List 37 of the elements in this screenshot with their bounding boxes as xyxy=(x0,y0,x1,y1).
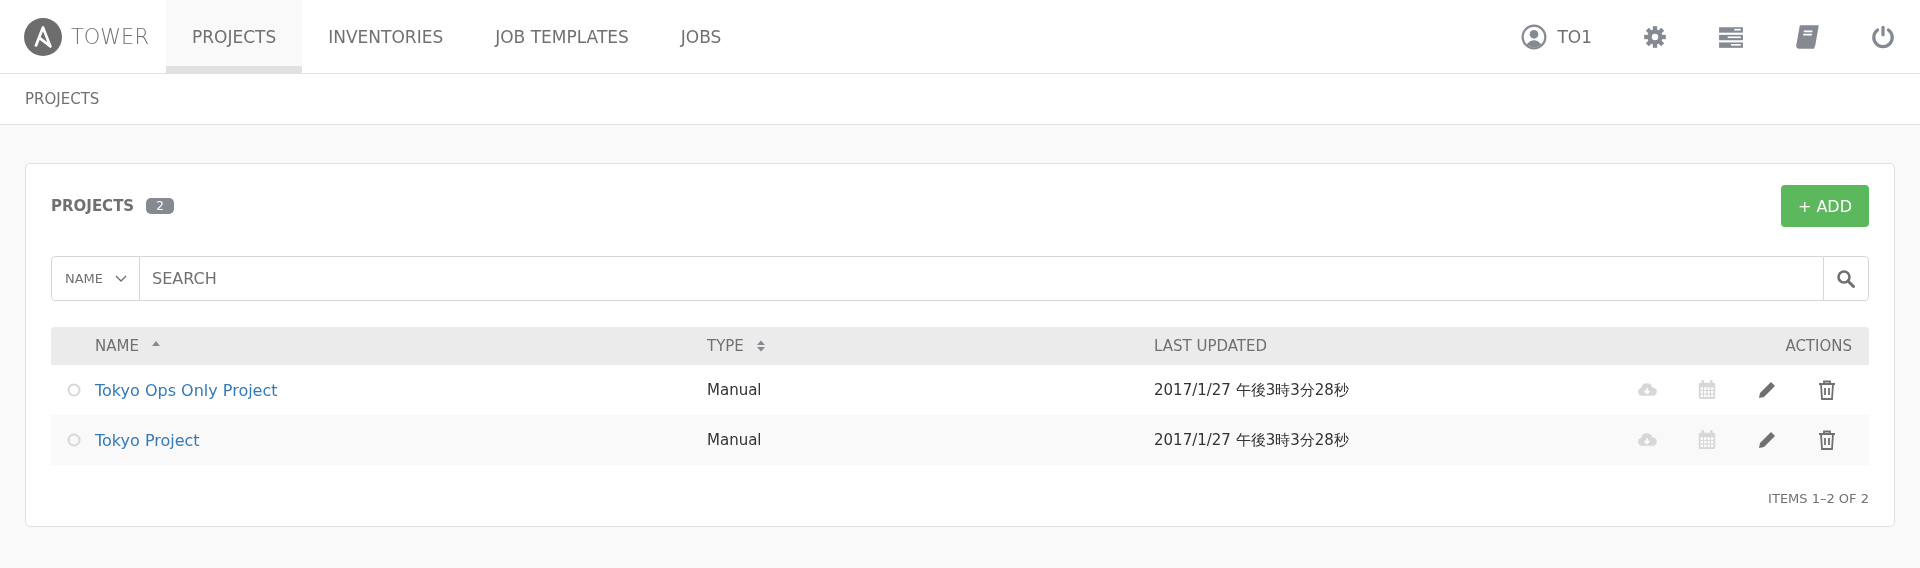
project-link[interactable]: Tokyo Project xyxy=(95,430,200,450)
book-icon[interactable] xyxy=(1794,23,1820,50)
search-button[interactable] xyxy=(1823,256,1869,301)
logo-icon xyxy=(24,17,62,56)
count-badge: 2 xyxy=(146,198,174,214)
project-link[interactable]: Tokyo Ops Only Project xyxy=(95,380,278,400)
chevron-icon xyxy=(115,274,128,283)
column-header: ACTIONS xyxy=(1785,337,1852,355)
search-icon xyxy=(1836,268,1856,289)
column-header: LAST UPDATED xyxy=(1154,337,1267,355)
pagination-info: ITEMS 1–2 OF 2 xyxy=(1768,491,1869,506)
sort-header[interactable]: NAME xyxy=(95,337,139,355)
trash-icon[interactable] xyxy=(1817,430,1837,450)
sort-header[interactable]: TYPE xyxy=(707,337,744,355)
nav-tab[interactable]: JOBS xyxy=(654,0,748,73)
user-link[interactable]: TO1 xyxy=(1521,23,1592,50)
table-cell: 2017/1/27 午後3時3分28秒 xyxy=(1154,430,1349,450)
settings-icon[interactable] xyxy=(1642,23,1668,50)
nav-tab[interactable]: INVENTORIES xyxy=(302,0,470,73)
power-icon[interactable] xyxy=(1870,23,1896,50)
table-cell: 2017/1/27 午後3時3分28秒 xyxy=(1154,380,1349,400)
status-icon xyxy=(67,433,81,447)
edit-icon[interactable] xyxy=(1757,380,1777,400)
brand-name: TOWER xyxy=(71,24,149,49)
search-field[interactable]: SEARCH xyxy=(140,256,1823,301)
table-cell: Manual xyxy=(707,381,762,399)
nav-tab[interactable]: JOB TEMPLATES xyxy=(469,0,655,73)
panel-title: PROJECTS xyxy=(51,197,135,215)
trash-icon[interactable] xyxy=(1817,380,1837,400)
search-field-dropdown[interactable]: NAME xyxy=(51,256,141,301)
nav-tab[interactable]: PROJECTS xyxy=(166,0,303,73)
add-button[interactable]: + ADD xyxy=(1780,185,1869,227)
breadcrumb: PROJECTS xyxy=(25,90,100,108)
edit-icon[interactable] xyxy=(1757,430,1777,450)
status-icon xyxy=(67,383,81,397)
table-cell: Manual xyxy=(707,431,762,449)
user-icon xyxy=(1521,23,1548,50)
